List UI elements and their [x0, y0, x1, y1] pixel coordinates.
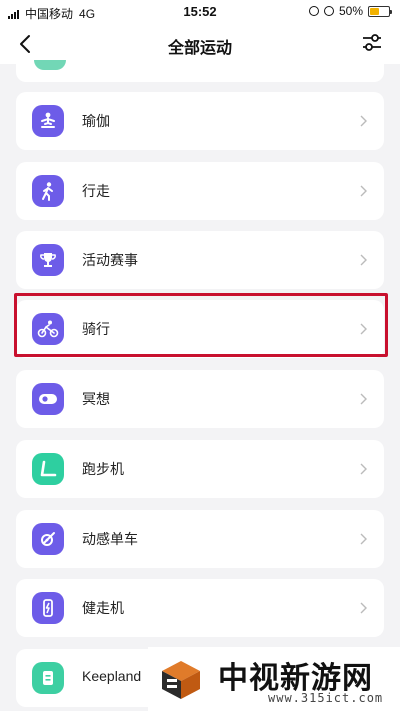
alarm-icon — [323, 6, 334, 16]
watermark-url: www.315ict.com — [268, 691, 384, 705]
item-label: 冥想 — [82, 391, 110, 407]
list-item-walk[interactable]: 行走 — [16, 162, 384, 220]
list-item-yoga[interactable]: 瑜伽 — [16, 92, 384, 150]
walking-machine-icon — [32, 592, 64, 624]
yoga-icon — [32, 105, 64, 137]
page-title: 全部运动 — [167, 40, 232, 57]
nav-bar: 全部运动 — [0, 24, 400, 64]
treadmill-icon — [32, 453, 64, 485]
item-label: 行走 — [82, 183, 110, 199]
rotation-lock-icon — [308, 6, 319, 16]
status-right: 50% — [308, 4, 392, 18]
meditation-icon — [32, 383, 64, 415]
sliders-icon[interactable] — [360, 31, 384, 55]
chevron-right-icon — [360, 115, 367, 127]
walk-icon — [32, 175, 64, 207]
keepland-icon — [32, 662, 64, 694]
trophy-icon — [32, 244, 64, 276]
item-label: Keepland — [82, 668, 142, 684]
status-bar: 中国移动 4G 15:52 50% — [0, 0, 400, 24]
list-item-events[interactable]: 活动赛事 — [16, 231, 384, 289]
cycling-icon — [32, 313, 64, 345]
list-item-treadmill[interactable]: 跑步机 — [16, 440, 384, 498]
chevron-right-icon — [360, 323, 367, 335]
list-item-spin-bike[interactable]: 动感单车 — [16, 510, 384, 568]
list-item-meditation[interactable]: 冥想 — [16, 370, 384, 428]
list-item-cycling[interactable]: 骑行 — [16, 300, 384, 358]
chevron-right-icon — [360, 533, 367, 545]
item-label: 动感单车 — [82, 531, 138, 547]
chevron-right-icon — [360, 254, 367, 266]
watermark-logo — [162, 661, 200, 699]
spin-bike-icon — [32, 523, 64, 555]
item-label: 健走机 — [82, 600, 124, 616]
chevron-right-icon — [360, 463, 367, 475]
watermark: 中视新游网 www.315ict.com — [148, 647, 400, 711]
list-item-walking-machine[interactable]: 健走机 — [16, 579, 384, 637]
chevron-right-icon — [360, 393, 367, 405]
battery-icon — [368, 5, 392, 17]
item-label: 活动赛事 — [82, 252, 138, 268]
item-label: 跑步机 — [82, 461, 124, 477]
item-label: 骑行 — [82, 321, 110, 337]
item-label: 瑜伽 — [82, 113, 110, 129]
partial-item-icon — [34, 60, 66, 70]
chevron-right-icon — [360, 602, 367, 614]
list-item-partial[interactable] — [16, 60, 384, 82]
chevron-right-icon — [360, 185, 367, 197]
battery-percent: 50% — [338, 4, 363, 18]
